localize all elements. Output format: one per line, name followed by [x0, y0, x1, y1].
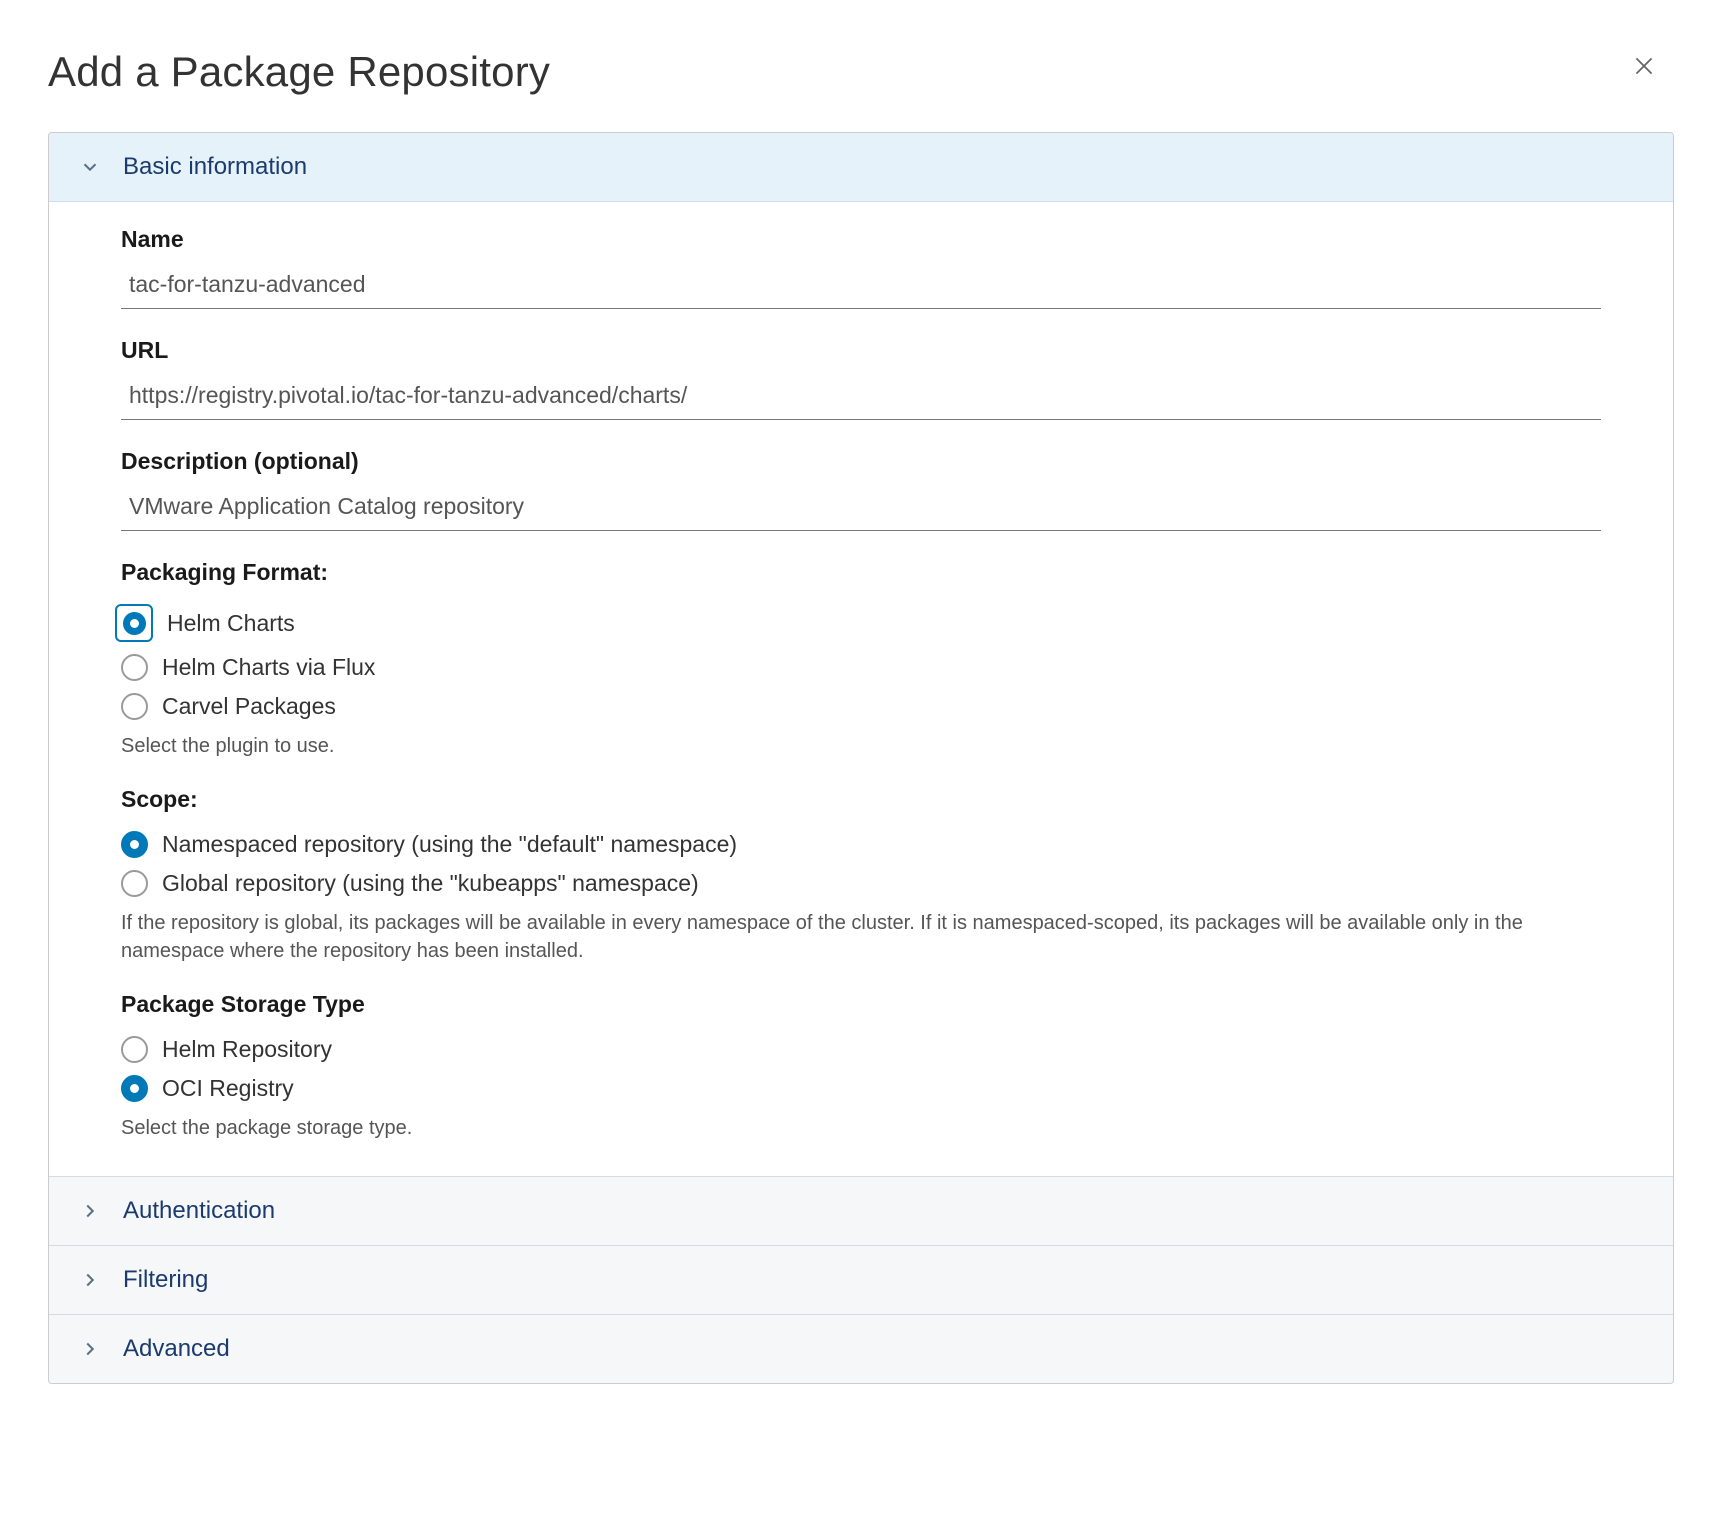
chevron-down-icon: [79, 156, 101, 178]
field-description: Description (optional): [121, 448, 1601, 531]
radio-label: Helm Charts: [167, 610, 295, 637]
radio-icon: [121, 1075, 148, 1102]
section-title: Filtering: [123, 1266, 208, 1294]
packaging-format-label: Packaging Format:: [121, 559, 1601, 586]
radio-icon: [121, 654, 148, 681]
radio-icon: [121, 831, 148, 858]
section-advanced: Advanced: [49, 1314, 1673, 1383]
scope-helper-text: If the repository is global, its package…: [121, 909, 1601, 965]
section-title: Basic information: [123, 153, 307, 181]
radio-label: Namespaced repository (using the "defaul…: [162, 831, 737, 858]
radio-label: Global repository (using the "kubeapps" …: [162, 870, 699, 897]
radio-namespaced-repository[interactable]: Namespaced repository (using the "defaul…: [121, 825, 1601, 864]
radio-oci-registry[interactable]: OCI Registry: [121, 1069, 1601, 1108]
close-icon: [1631, 53, 1657, 79]
radio-icon: [121, 870, 148, 897]
section-title: Advanced: [123, 1335, 230, 1363]
radio-label: Helm Charts via Flux: [162, 654, 375, 681]
storage-type-label: Package Storage Type: [121, 991, 1601, 1018]
section-authentication: Authentication: [49, 1176, 1673, 1245]
section-title: Authentication: [123, 1197, 275, 1225]
radio-label: Carvel Packages: [162, 693, 336, 720]
radio-icon: [121, 1036, 148, 1063]
field-url: URL: [121, 337, 1601, 420]
description-input[interactable]: [121, 485, 1601, 531]
name-input[interactable]: [121, 263, 1601, 309]
group-package-storage-type: Package Storage Type Helm Repository OCI…: [121, 991, 1601, 1142]
accordion: Basic information Name URL Description (…: [48, 132, 1674, 1384]
radio-global-repository[interactable]: Global repository (using the "kubeapps" …: [121, 864, 1601, 903]
chevron-right-icon: [79, 1338, 101, 1360]
url-label: URL: [121, 337, 1601, 364]
radio-icon: [121, 693, 148, 720]
radio-helm-charts-flux[interactable]: Helm Charts via Flux: [121, 648, 1601, 687]
radio-carvel-packages[interactable]: Carvel Packages: [121, 687, 1601, 726]
radio-helm-repository[interactable]: Helm Repository: [121, 1030, 1601, 1069]
radio-focus-ring: [115, 604, 153, 642]
section-header-advanced[interactable]: Advanced: [49, 1314, 1673, 1383]
section-body-basic-information: Name URL Description (optional) Packagin…: [49, 202, 1673, 1176]
scope-label: Scope:: [121, 786, 1601, 813]
modal-title: Add a Package Repository: [48, 48, 1674, 96]
radio-label: Helm Repository: [162, 1036, 332, 1063]
section-filtering: Filtering: [49, 1245, 1673, 1314]
field-name: Name: [121, 226, 1601, 309]
section-header-authentication[interactable]: Authentication: [49, 1176, 1673, 1245]
radio-label: OCI Registry: [162, 1075, 294, 1102]
radio-icon: [123, 612, 146, 635]
close-button[interactable]: [1626, 48, 1662, 84]
group-packaging-format: Packaging Format: Helm Charts Helm Chart…: [121, 559, 1601, 760]
group-scope: Scope: Namespaced repository (using the …: [121, 786, 1601, 965]
section-header-basic-information[interactable]: Basic information: [49, 133, 1673, 202]
add-package-repository-modal: Add a Package Repository Basic informati…: [0, 0, 1722, 1432]
section-header-filtering[interactable]: Filtering: [49, 1245, 1673, 1314]
chevron-right-icon: [79, 1200, 101, 1222]
name-label: Name: [121, 226, 1601, 253]
radio-helm-charts[interactable]: Helm Charts: [121, 598, 1601, 648]
description-label: Description (optional): [121, 448, 1601, 475]
packaging-helper-text: Select the plugin to use.: [121, 732, 1601, 760]
url-input[interactable]: [121, 374, 1601, 420]
section-basic-information: Basic information Name URL Description (…: [49, 133, 1673, 1176]
chevron-right-icon: [79, 1269, 101, 1291]
storage-helper-text: Select the package storage type.: [121, 1114, 1601, 1142]
